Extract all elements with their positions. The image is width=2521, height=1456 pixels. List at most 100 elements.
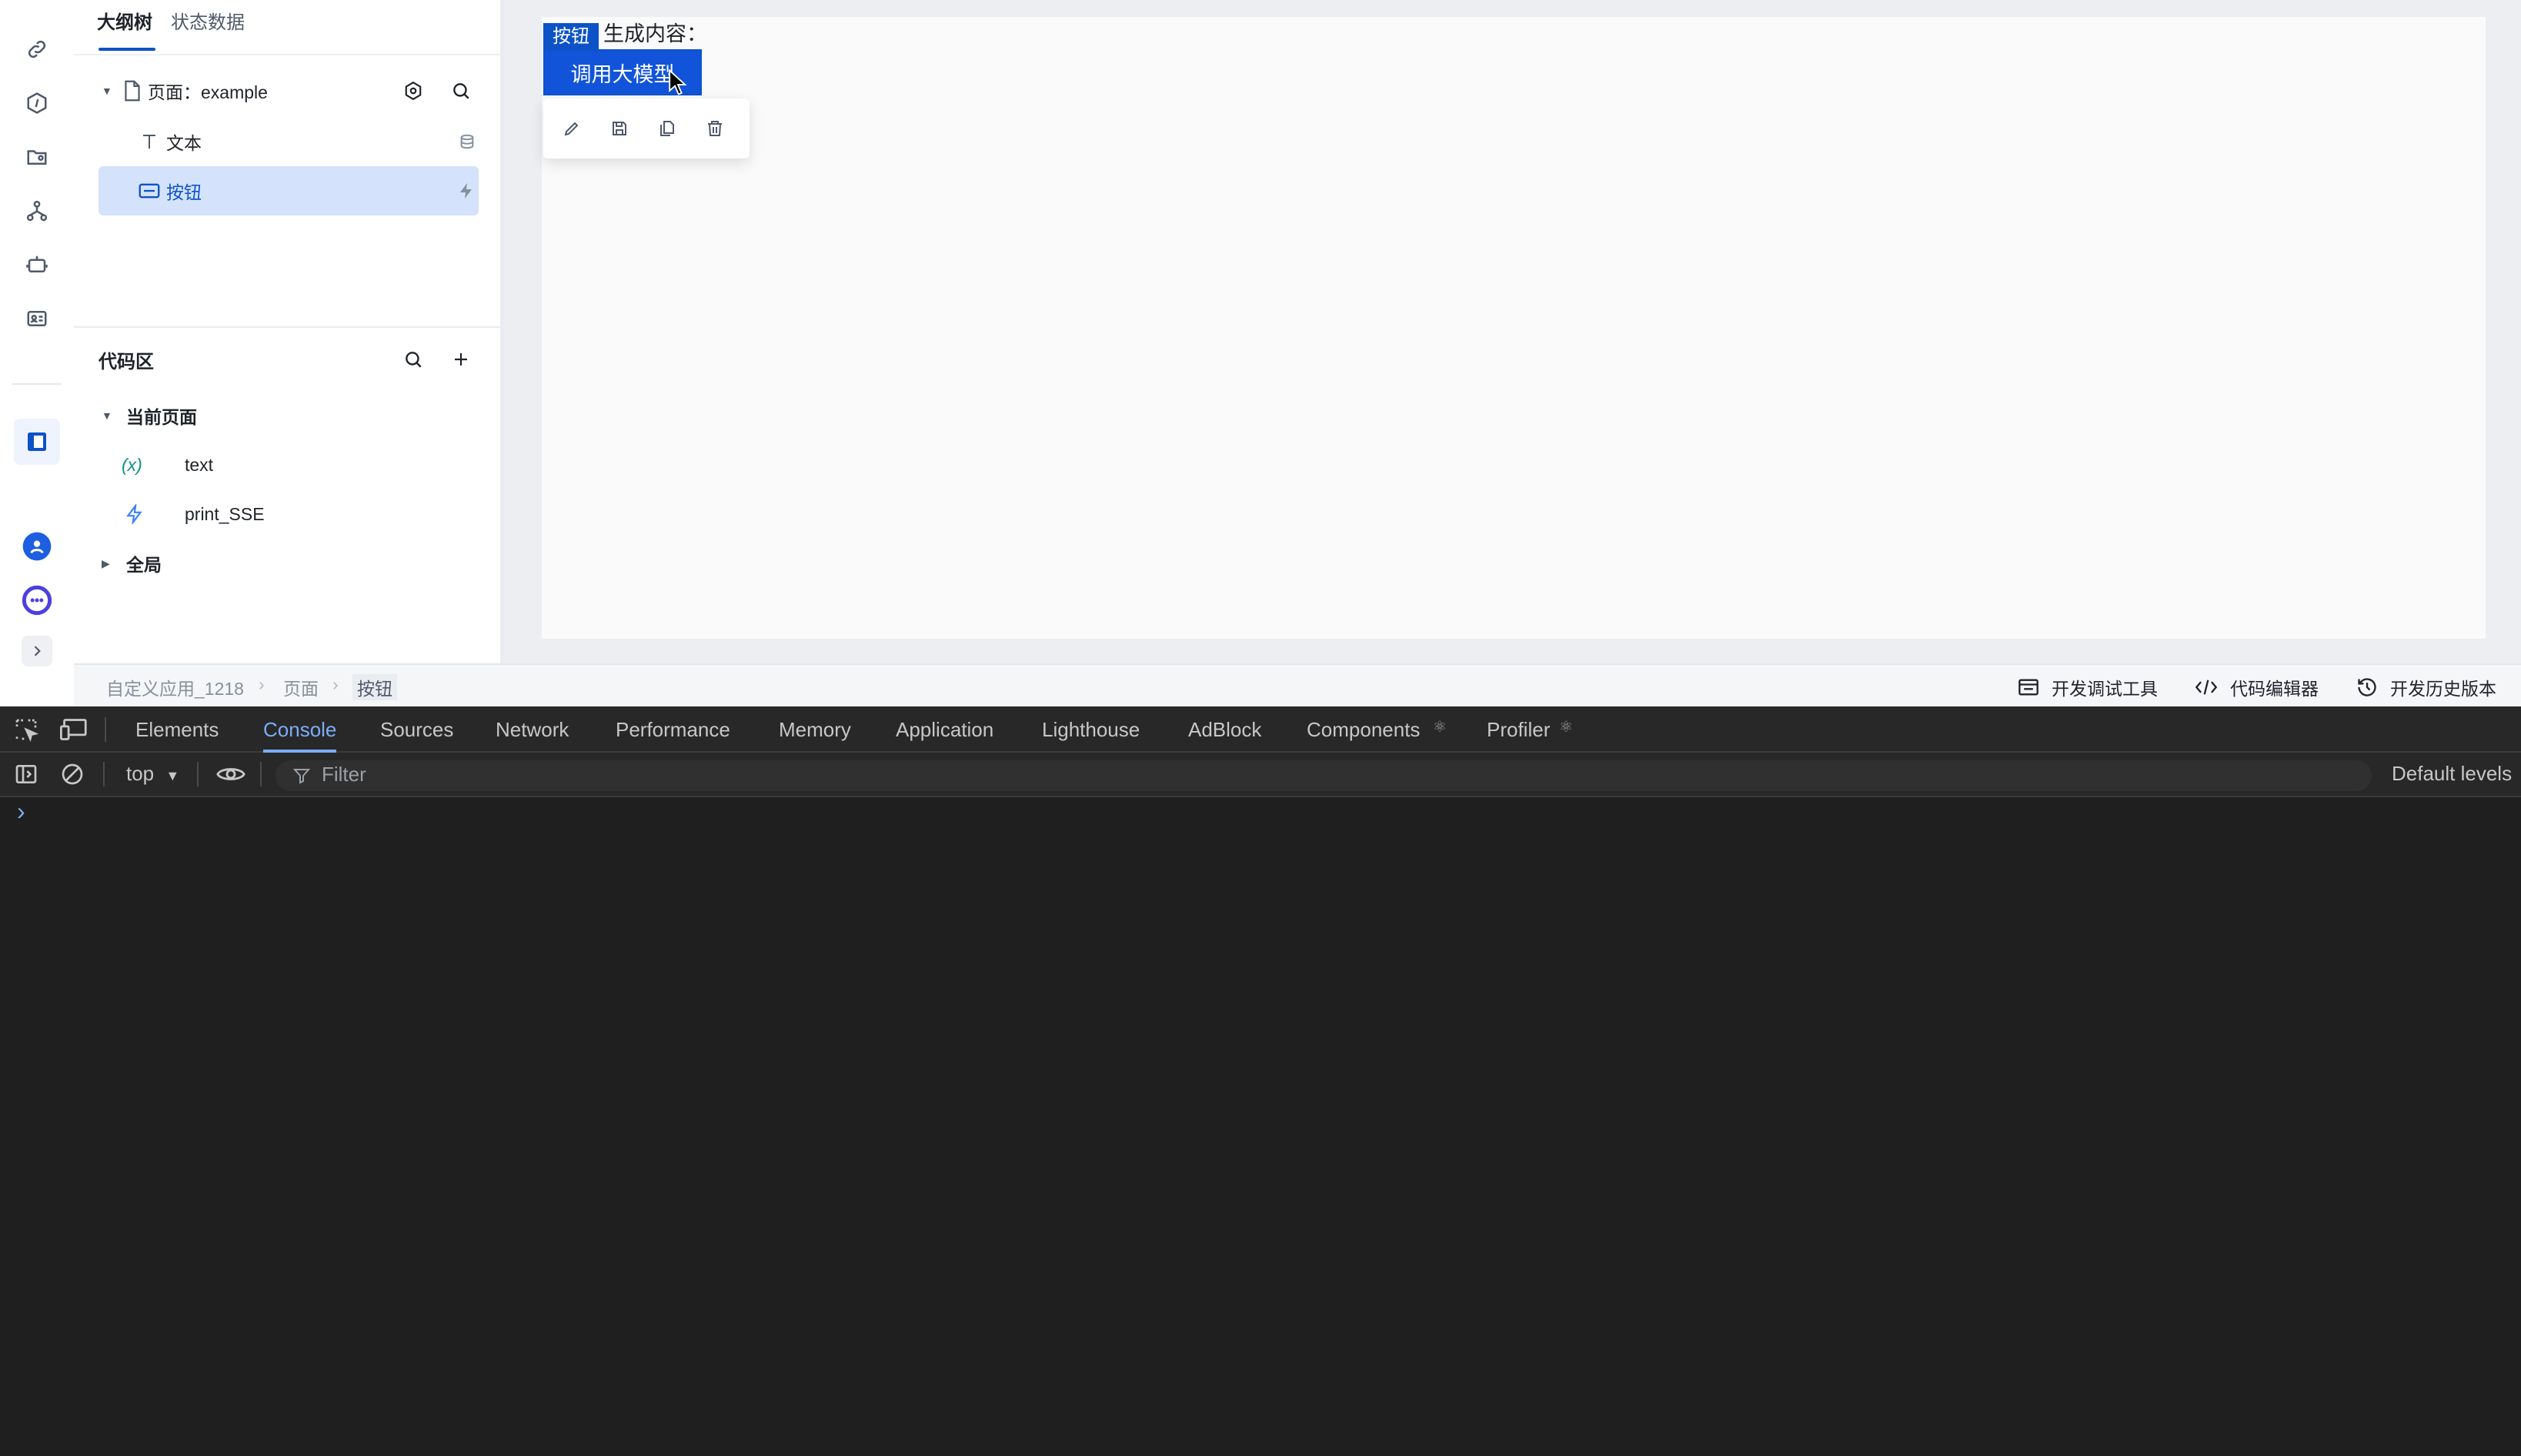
button-type-icon (137, 179, 162, 202)
generated-content-text[interactable]: 生成内容： (603, 17, 707, 47)
tree-row-text[interactable]: 文本 (99, 117, 479, 166)
delete-icon[interactable] (702, 115, 728, 142)
live-expression-eye-icon[interactable] (215, 762, 246, 792)
current-page-label: 当前页面 (126, 407, 197, 427)
layout-icon[interactable] (14, 419, 60, 465)
section-divider (74, 326, 500, 328)
global-label: 全局 (126, 555, 162, 575)
tree-item-label: 文本 (166, 133, 202, 153)
react-atom-icon: ⚛ (1559, 719, 1573, 736)
component-icon[interactable] (18, 85, 55, 122)
console-output[interactable]: › (0, 797, 2521, 1456)
mouse-cursor-icon (669, 69, 687, 95)
device-toolbar-icon[interactable] (60, 717, 88, 747)
dropdown-caret-icon: ▼ (165, 768, 180, 783)
left-rail (0, 0, 74, 666)
link-icon[interactable] (18, 31, 55, 68)
search-icon[interactable] (448, 78, 474, 104)
copy-icon[interactable] (654, 115, 680, 142)
tab-sources[interactable]: Sources (380, 706, 453, 753)
filter-icon (292, 769, 311, 784)
devtools-tabbar: Elements Console Sources Network Perform… (0, 706, 2521, 753)
toolbar-divider (105, 717, 106, 742)
dev-debug-tools-link[interactable]: 开发调试工具 (2018, 674, 2158, 700)
folder-user-icon[interactable] (18, 139, 55, 175)
active-tab-indicator (99, 48, 155, 51)
tab-performance[interactable]: Performance (616, 706, 730, 753)
clear-console-icon[interactable] (60, 762, 85, 792)
breadcrumb-separator: › (259, 674, 265, 694)
tree-item-label: 按钮 (166, 182, 202, 202)
rail-divider (12, 383, 62, 385)
sidebar-toggle-icon[interactable] (14, 762, 38, 792)
status-bar: 自定义应用_1218 › 页面 › 按钮 开发调试工具 代码编辑器 开发历史版本 (74, 663, 2521, 706)
context-label: top (126, 762, 155, 785)
code-area-title: 代码区 (99, 352, 154, 372)
code-editor-label: 代码编辑器 (2230, 679, 2319, 699)
caret-right-icon[interactable]: ▶ (102, 557, 110, 570)
code-item-label: print_SSE (185, 503, 265, 524)
console-prompt[interactable]: › (17, 797, 25, 826)
database-icon[interactable] (457, 132, 477, 152)
selected-component-tag: 按钮 (543, 23, 599, 51)
tab-profiler[interactable]: Profiler (1487, 706, 1550, 753)
tab-outline-tree[interactable]: 大纲树 (97, 9, 152, 37)
tab-state-data[interactable]: 状态数据 (171, 9, 245, 37)
tab-divider (74, 54, 500, 55)
tab-application[interactable]: Application (896, 706, 993, 753)
history-version-link[interactable]: 开发历史版本 (2356, 674, 2496, 700)
breadcrumb-app[interactable]: 自定义应用_1218 (106, 674, 244, 700)
tab-adblock[interactable]: AdBlock (1188, 706, 1261, 753)
tab-memory[interactable]: Memory (779, 706, 851, 753)
assistant-icon[interactable] (18, 582, 55, 619)
save-icon[interactable] (606, 115, 633, 142)
caret-down-icon[interactable]: ▼ (102, 85, 112, 97)
page-label: 页面：example (148, 82, 268, 102)
console-filter-input[interactable]: Filter (275, 760, 2372, 791)
settings-icon[interactable] (400, 78, 426, 104)
flow-icon[interactable] (18, 192, 55, 229)
tree-row-function[interactable]: print_SSE (99, 489, 479, 539)
code-search-icon[interactable] (400, 346, 426, 372)
console-toolbar: top ▼ Filter Default levels (0, 753, 2521, 797)
robot-icon[interactable] (18, 246, 55, 283)
log-levels-dropdown[interactable]: Default levels (2392, 762, 2512, 786)
toolbar-divider (103, 762, 105, 786)
tree-row-variable[interactable]: (x) text (99, 440, 479, 489)
tree-row-page[interactable]: ▼ 页面：example (99, 66, 479, 115)
function-bolt-icon (123, 503, 146, 526)
expand-chevron-icon[interactable] (22, 636, 52, 666)
add-icon[interactable] (448, 346, 474, 372)
dev-debug-tools-label: 开发调试工具 (2052, 679, 2158, 699)
page-icon (122, 79, 143, 102)
code-item-label: text (185, 454, 214, 475)
tree-row-button[interactable]: 按钮 (99, 166, 479, 215)
event-bolt-icon[interactable] (456, 180, 477, 202)
text-type-icon (139, 130, 160, 153)
context-selector[interactable]: top ▼ (126, 762, 179, 786)
inspect-element-icon[interactable] (14, 717, 39, 747)
component-toolbar (543, 99, 750, 159)
user-avatar-icon[interactable] (18, 528, 55, 565)
debug-panel-icon (2018, 679, 2039, 696)
code-editor-link[interactable]: 代码编辑器 (2195, 674, 2319, 700)
react-atom-icon: ⚛ (1433, 719, 1447, 736)
filter-placeholder: Filter (322, 763, 366, 786)
tab-elements[interactable]: Elements (135, 706, 219, 753)
tab-lighthouse[interactable]: Lighthouse (1042, 706, 1140, 753)
edit-icon[interactable] (559, 115, 585, 142)
caret-down-icon[interactable]: ▼ (102, 409, 112, 422)
history-version-label: 开发历史版本 (2390, 679, 2496, 699)
tab-components[interactable]: Components (1307, 706, 1420, 753)
tree-row-current-page[interactable]: ▼ 当前页面 (99, 391, 479, 440)
history-icon (2358, 678, 2376, 696)
id-card-icon[interactable] (18, 300, 55, 337)
design-canvas[interactable] (542, 17, 2486, 639)
breadcrumb-page[interactable]: 页面 (283, 674, 319, 700)
tree-row-global[interactable]: ▶ 全局 (99, 539, 479, 588)
outline-panel: 大纲树 状态数据 ▼ 页面：example 文本 按钮 代码区 ▼ 当前页面 (… (74, 0, 503, 663)
tab-network[interactable]: Network (496, 706, 569, 753)
code-icon (2195, 680, 2218, 695)
breadcrumb-current[interactable]: 按钮 (352, 674, 397, 700)
tab-console[interactable]: Console (263, 706, 337, 753)
